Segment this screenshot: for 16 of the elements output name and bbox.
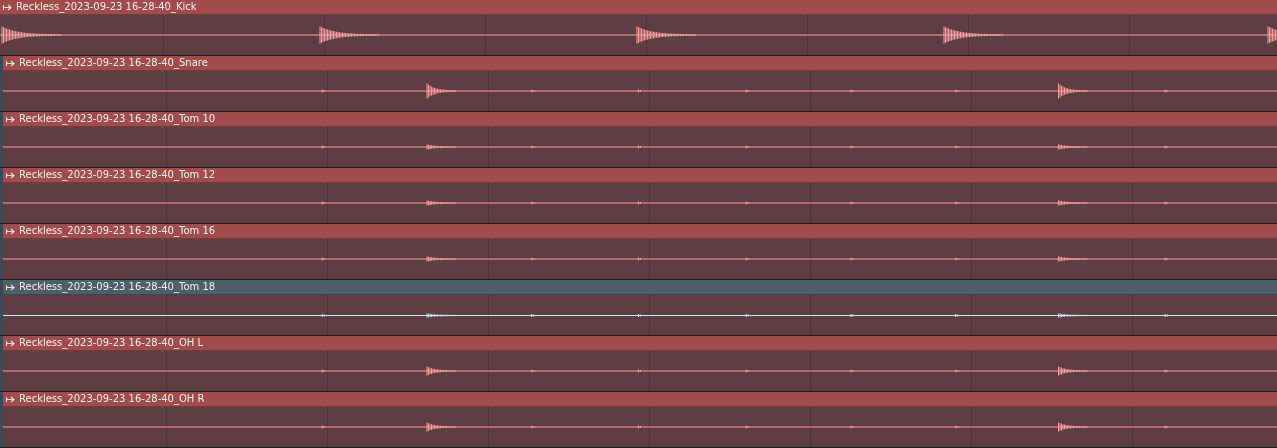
arrow-icon: [6, 227, 15, 235]
clip-title: Reckless_2023-09-23 16-28-40_Tom 16: [19, 224, 216, 238]
clip-title: Reckless_2023-09-23 16-28-40_OH L: [19, 336, 204, 350]
arrow-icon: [6, 395, 15, 403]
clip-title: Reckless_2023-09-23 16-28-40_Kick: [16, 0, 197, 14]
clip-title: Reckless_2023-09-23 16-28-40_Tom 18: [19, 280, 216, 294]
clip-title: Reckless_2023-09-23 16-28-40_OH R: [19, 392, 205, 406]
arrow-icon: [6, 59, 15, 67]
clip-title: Reckless_2023-09-23 16-28-40_Tom 10: [19, 112, 216, 126]
arrow-icon: [6, 283, 15, 291]
arrow-icon: [3, 3, 12, 11]
clip-title: Reckless_2023-09-23 16-28-40_Snare: [19, 56, 208, 70]
arrow-icon: [6, 115, 15, 123]
arrow-icon: [6, 171, 15, 179]
clip-title: Reckless_2023-09-23 16-28-40_Tom 12: [19, 168, 216, 182]
arrow-icon: [6, 339, 15, 347]
